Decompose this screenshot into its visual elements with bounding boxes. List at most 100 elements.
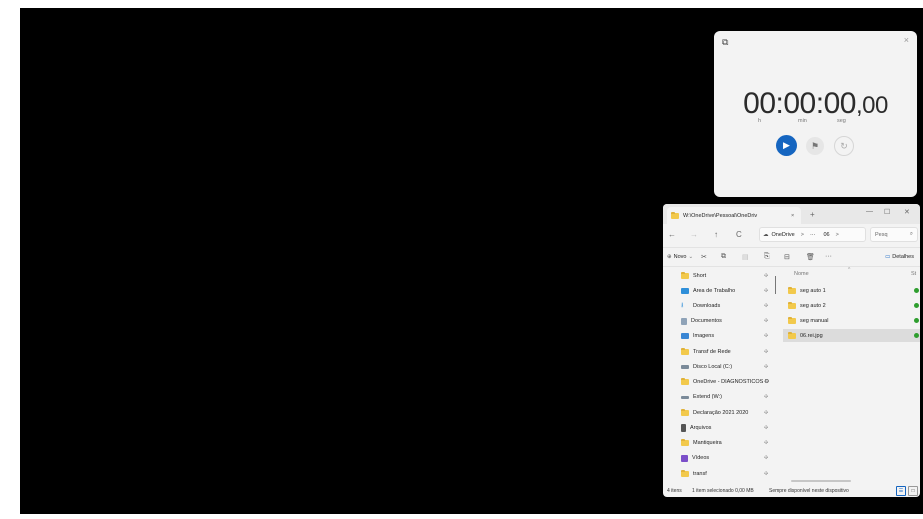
pin-icon: ✣ xyxy=(764,425,769,431)
sidebar-item-transf[interactable]: transf ✣ xyxy=(681,468,773,480)
pin-icon: ✣ xyxy=(764,318,769,324)
sidebar-item-label: transf xyxy=(693,471,707,477)
folder-icon xyxy=(681,439,689,446)
unit-hours: h xyxy=(758,118,762,124)
folder-icon xyxy=(788,301,796,309)
image-icon xyxy=(681,333,689,339)
search-box[interactable]: Pesq ⌕ xyxy=(870,227,918,242)
paste-icon[interactable]: ▤ xyxy=(742,253,749,261)
sync-status-icon xyxy=(914,288,919,293)
desktop-icon xyxy=(681,288,689,294)
flag-icon: ⚑ xyxy=(810,140,820,151)
more-options-button[interactable]: ··· xyxy=(825,253,832,260)
sidebar-item-desktop[interactable]: Área de Trabalho ✣ xyxy=(681,285,773,297)
refresh-button[interactable]: C xyxy=(736,230,742,239)
tab-current-folder[interactable]: W:\OneDrive\Pessoal\OneDriv × xyxy=(667,207,801,224)
sidebar-item-onedrive-diagnosticos[interactable]: OneDrive - DIAGNOSTICOS D... ✣ xyxy=(681,376,773,388)
sidebar-item-label: Downloads xyxy=(693,303,721,309)
sidebar-item-arquivos[interactable]: Arquivos ✣ xyxy=(681,422,773,434)
sidebar-item-short[interactable]: Short ✣ xyxy=(681,270,773,282)
pin-icon: ✣ xyxy=(764,394,769,400)
sort-caret-icon: ^ xyxy=(848,267,851,273)
time-fraction: ,00 xyxy=(855,92,888,119)
pin-icon: ✣ xyxy=(764,333,769,339)
unit-minutes: min xyxy=(798,118,807,124)
video-icon xyxy=(681,454,688,462)
address-bar[interactable]: ☁ OneDrive > ··· 06 > xyxy=(759,227,866,242)
breadcrumb-onedrive[interactable]: OneDrive xyxy=(772,232,795,238)
delete-icon[interactable]: 🗑 xyxy=(806,253,815,261)
file-row[interactable]: seg auto 1 xyxy=(783,284,920,297)
command-bar: ⊕ Novo ⌄ ✂ ⧉ ▤ ⎘ ⊟ 🗑 ··· ▭ Detalhes xyxy=(663,247,920,267)
close-window-button[interactable]: ✕ xyxy=(904,208,910,216)
selection-info: 1 item selecionado 0,00 MB xyxy=(692,488,754,494)
sidebar-item-label: Extend (W:) xyxy=(693,394,722,400)
sync-status-icon xyxy=(914,318,919,323)
item-count: 4 itens xyxy=(667,488,682,494)
file-row[interactable]: seg manual xyxy=(783,314,920,327)
up-button[interactable]: ↑ xyxy=(714,230,718,239)
file-row-selected[interactable]: 06.rei.jpg xyxy=(783,329,920,342)
sidebar-item-label: Documentos xyxy=(691,318,722,324)
tiles-view-icon[interactable]: □ xyxy=(908,486,918,496)
file-row[interactable]: seg auto 2 xyxy=(783,299,920,312)
navigation-pane: Short ✣ Área de Trabalho ✣ ⭳ Downloads ✣ Doc… xyxy=(663,267,774,485)
sidebar-item-videos[interactable]: Vídeos ✣ xyxy=(681,452,773,464)
sidebar-item-label: Mantiqueira xyxy=(693,440,722,446)
lap-button[interactable]: ⚑ xyxy=(806,137,824,155)
folder-icon xyxy=(788,286,796,294)
breadcrumb-ellipsis[interactable]: ··· xyxy=(810,232,816,238)
sidebar-scrollbar[interactable] xyxy=(775,276,776,294)
sidebar-item-images[interactable]: Imagens ✣ xyxy=(681,330,773,342)
status-bar: 4 itens 1 item selecionado 0,00 MB Sempr… xyxy=(663,485,920,497)
new-tab-button[interactable]: + xyxy=(810,210,815,219)
sidebar-item-documents[interactable]: Documentos ✣ xyxy=(681,315,773,327)
pin-icon: ✣ xyxy=(764,379,769,385)
sidebar-item-label: Arquivos xyxy=(690,425,712,431)
document-icon xyxy=(681,317,687,325)
rename-icon[interactable]: ⎘ xyxy=(764,253,770,261)
copy-icon[interactable]: ⧉ xyxy=(721,253,726,261)
minimize-button[interactable]: — xyxy=(866,208,873,215)
maximize-button[interactable]: ☐ xyxy=(884,208,890,216)
sidebar-item-declaracao[interactable]: Declaração 2021 2020 ✣ xyxy=(681,407,773,419)
drive-icon xyxy=(681,395,689,399)
sync-status-icon xyxy=(914,333,919,338)
pin-icon: ✣ xyxy=(764,273,769,279)
stopwatch-window: ⧉ × 00:00:00,00 h min seg ▶ ⚑ ↻ xyxy=(714,31,917,197)
sidebar-item-local-disk[interactable]: Disco Local (C:) ✣ xyxy=(681,361,773,373)
forward-button[interactable]: → xyxy=(690,230,698,239)
file-name: seg manual xyxy=(800,317,829,324)
sidebar-item-extend[interactable]: Extend (W:) ✣ xyxy=(681,391,773,403)
column-header-name[interactable]: Nome xyxy=(794,271,809,277)
folder-icon xyxy=(681,272,689,279)
details-button[interactable]: ▭ Detalhes xyxy=(885,254,914,260)
share-icon[interactable]: ⊟ xyxy=(784,253,790,261)
details-view-icon[interactable]: ☰ xyxy=(896,486,906,496)
folder-icon xyxy=(671,211,679,219)
drive-icon xyxy=(681,365,689,369)
folder-icon xyxy=(681,409,689,416)
reset-button[interactable]: ↻ xyxy=(834,136,854,156)
breadcrumb-separator: > xyxy=(835,231,839,238)
close-icon[interactable]: × xyxy=(904,35,909,45)
reset-icon: ↻ xyxy=(840,140,848,151)
availability-status: Sempre disponível neste dispositivo xyxy=(769,488,849,494)
column-header-status[interactable]: St xyxy=(911,271,916,277)
play-button[interactable]: ▶ xyxy=(776,135,797,156)
play-icon: ▶ xyxy=(783,140,790,150)
tab-bar: W:\OneDrive\Pessoal\OneDriv × + — ☐ ✕ xyxy=(663,204,920,224)
tab-close-button[interactable]: × xyxy=(791,213,794,219)
cloud-icon: ☁ xyxy=(763,231,769,238)
sidebar-item-mantiqueira[interactable]: Mantiqueira ✣ xyxy=(681,437,773,449)
picture-in-picture-icon[interactable]: ⧉ xyxy=(722,37,728,48)
horizontal-scrollbar[interactable] xyxy=(791,480,851,482)
back-button[interactable]: ← xyxy=(668,230,676,239)
breadcrumb-06[interactable]: 06 xyxy=(823,232,829,238)
pin-icon: ✣ xyxy=(764,410,769,416)
sidebar-item-transf-de-rede[interactable]: Transf de Rede ✣ xyxy=(681,346,773,358)
new-label: Novo xyxy=(673,254,687,260)
sidebar-item-downloads[interactable]: ⭳ Downloads ✣ xyxy=(681,300,773,312)
cut-icon[interactable]: ✂ xyxy=(701,253,707,261)
new-button[interactable]: ⊕ Novo ⌄ xyxy=(667,254,693,260)
